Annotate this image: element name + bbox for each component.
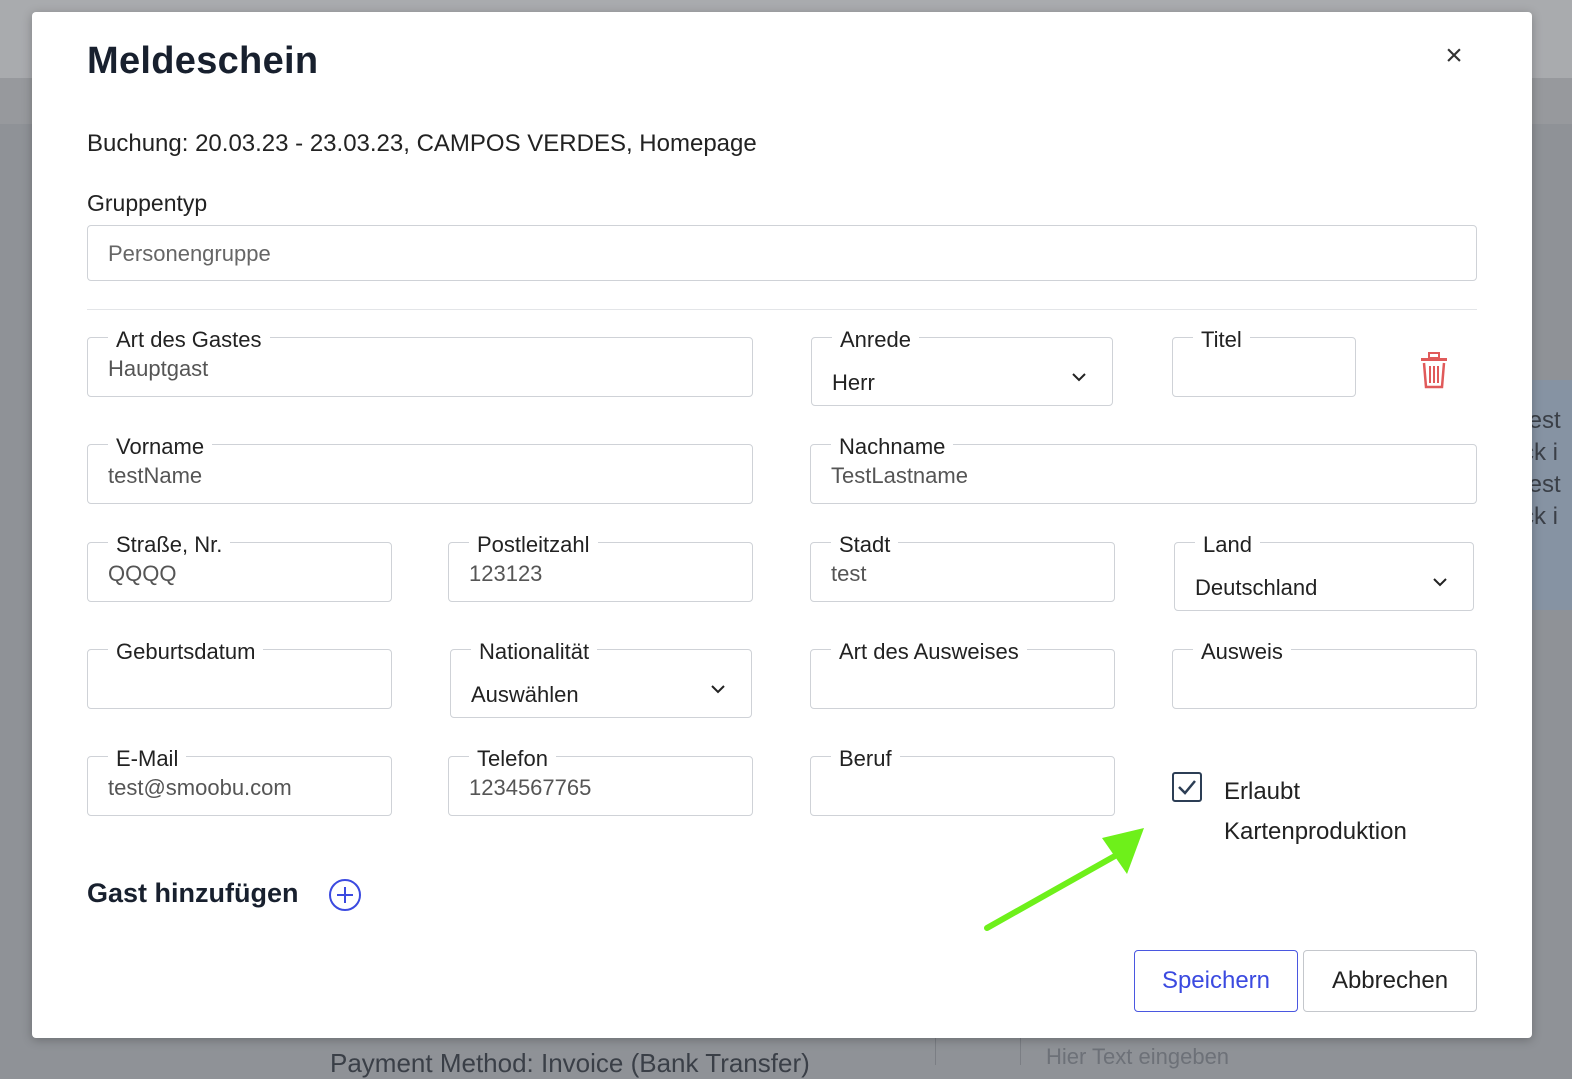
titel-field[interactable]: Titel [1172,329,1356,397]
field-value: test [831,561,867,586]
background-divider [1020,1038,1021,1065]
field-value: TestLastname [831,463,968,488]
cancel-button[interactable]: Abbrechen [1303,950,1477,1012]
field-value: Herr [832,370,875,395]
field-value: testName [108,463,203,488]
field-label: Straße, Nr. [108,534,231,556]
strasse-field[interactable]: Straße, Nr. QQQQ [87,534,392,602]
field-label: Geburtsdatum [108,641,264,663]
field-label: Nachname [831,436,954,458]
chevron-down-icon [711,685,725,694]
chevron-down-icon [1433,578,1447,587]
vorname-field[interactable]: Vorname testName [87,436,753,504]
beruf-field[interactable]: Beruf [810,748,1115,816]
trash-icon[interactable] [1417,350,1451,390]
field-label: Beruf [831,748,900,770]
save-button[interactable]: Speichern [1134,950,1298,1012]
telefon-field[interactable]: Telefon 1234567765 [448,748,753,816]
group-type-label: Gruppentyp [87,190,208,216]
field-label: Stadt [831,534,899,556]
field-value: Hauptgast [108,356,209,381]
stadt-field[interactable]: Stadt test [810,534,1115,602]
field-label: E-Mail [108,748,187,770]
add-circle-icon[interactable] [328,878,362,912]
background-text-input: Hier Text eingeben [1046,1044,1230,1069]
booking-info: Buchung: 20.03.23 - 23.03.23, CAMPOS VER… [87,130,757,157]
field-value: QQQQ [108,561,177,586]
annotation-arrow-icon [984,828,1144,931]
close-icon[interactable]: × [1440,40,1468,72]
field-value: 123123 [469,561,543,586]
background-divider [935,1038,936,1065]
art-des-ausweises-field[interactable]: Art des Ausweises [810,641,1115,709]
nachname-field[interactable]: Nachname TestLastname [810,436,1477,504]
kartenproduktion-label-line: Erlaubt [1224,778,1301,805]
background-side-line: ck i [1528,503,1558,530]
field-value: Auswählen [471,682,579,707]
group-type-select[interactable]: Personengruppe [87,225,1477,281]
add-guest-button[interactable]: Gast hinzufügen [87,878,299,909]
ausweis-field[interactable]: Ausweis [1172,641,1477,709]
background-payment-text: Payment Method: Invoice (Bank Transfer) [330,1048,810,1078]
email-field[interactable]: E-Mail test@smoobu.com [87,748,392,816]
art-des-gastes-field[interactable]: Art des Gastes Hauptgast [87,329,753,397]
meldeschein-modal: Meldeschein × Buchung: 20.03.23 - 23.03.… [32,12,1532,1038]
field-value: 1234567765 [469,775,592,800]
background-side-line: ck i [1528,439,1558,466]
field-label: Titel [1193,329,1250,351]
field-value: test@smoobu.com [108,775,292,800]
nationalitaet-select[interactable]: Nationalität Auswählen [450,641,752,718]
kartenproduktion-checkbox[interactable] [1172,772,1202,802]
field-label: Telefon [469,748,556,770]
kartenproduktion-label-line: Kartenproduktion [1224,818,1407,845]
background-side-text: test ck i test ck i [1528,405,1572,533]
field-label: Art des Gastes [108,329,270,351]
field-label: Postleitzahl [469,534,598,556]
field-value: Deutschland [1195,575,1318,600]
anrede-select[interactable]: Anrede Herr [811,329,1113,406]
chevron-down-icon [1072,373,1086,382]
postleitzahl-field[interactable]: Postleitzahl 123123 [448,534,753,602]
kartenproduktion-label: Erlaubt Kartenproduktion [1224,772,1464,852]
field-label: Vorname [108,436,213,458]
land-select[interactable]: Land Deutschland [1174,534,1474,611]
field-label: Land [1195,534,1260,556]
checkmark-icon [1178,780,1196,795]
divider [87,309,1477,310]
field-label: Ausweis [1193,641,1291,663]
field-label: Art des Ausweises [831,641,1027,663]
background-side-line: test [1528,407,1561,434]
field-label: Nationalität [471,641,598,663]
background-side-line: test [1528,471,1561,498]
field-label: Anrede [832,329,919,351]
geburtsdatum-field[interactable]: Geburtsdatum [87,641,392,709]
modal-title: Meldeschein [87,40,319,82]
